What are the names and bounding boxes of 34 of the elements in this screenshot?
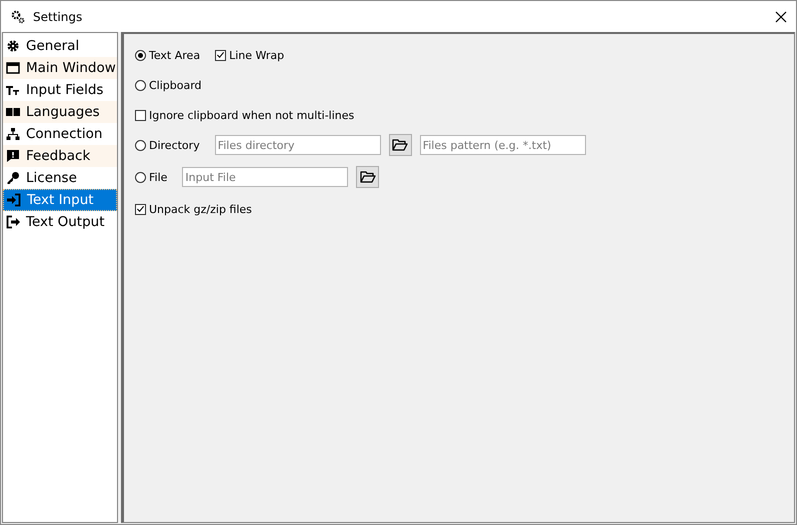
browse-button[interactable] (388, 134, 412, 156)
window-icon (6, 62, 20, 74)
sign-in-icon (7, 194, 20, 206)
browse-button[interactable] (356, 166, 380, 188)
input-field[interactable]: Files directory (214, 135, 381, 155)
input-field[interactable]: Files pattern (e.g. *.txt) (420, 135, 586, 155)
checkbox-option[interactable]: Line Wrap (215, 48, 284, 62)
radio-option[interactable]: Text Area (135, 48, 200, 62)
sidebar-item[interactable]: Text Output (3, 211, 117, 233)
checkbox-option[interactable]: Ignore clipboard when not multi-lines (135, 108, 354, 122)
checkmark-icon (136, 204, 145, 214)
comment-alert-icon (7, 150, 19, 162)
text-size-icon (6, 86, 19, 95)
radio-option[interactable]: Clipboard (135, 78, 202, 92)
gear-icon (8, 40, 18, 52)
sidebar-item[interactable]: Languages (3, 101, 117, 123)
sidebar-item[interactable]: Text Input (3, 189, 117, 211)
sidebar-item[interactable]: Feedback (3, 145, 117, 167)
sidebar-item[interactable]: License (3, 167, 117, 189)
key-icon (8, 172, 19, 184)
window-title: Settings (33, 10, 82, 24)
checkbox-option[interactable]: Unpack gz/zip files (135, 202, 252, 216)
sidebar-item[interactable]: Connection (3, 123, 117, 145)
radio-option[interactable]: File (135, 170, 168, 184)
sign-out-icon (6, 216, 20, 228)
sidebar-item[interactable]: General (3, 35, 117, 57)
close-icon[interactable] (775, 10, 787, 22)
checkmark-icon (216, 50, 226, 60)
input-field[interactable]: Input File (182, 167, 348, 187)
sidebar-item[interactable]: Input Fields (3, 79, 117, 101)
sidebar-item[interactable]: Main Window (3, 57, 117, 79)
radio-option[interactable]: Directory (135, 138, 200, 152)
network-icon (6, 128, 20, 140)
gears-icon (11, 10, 25, 24)
